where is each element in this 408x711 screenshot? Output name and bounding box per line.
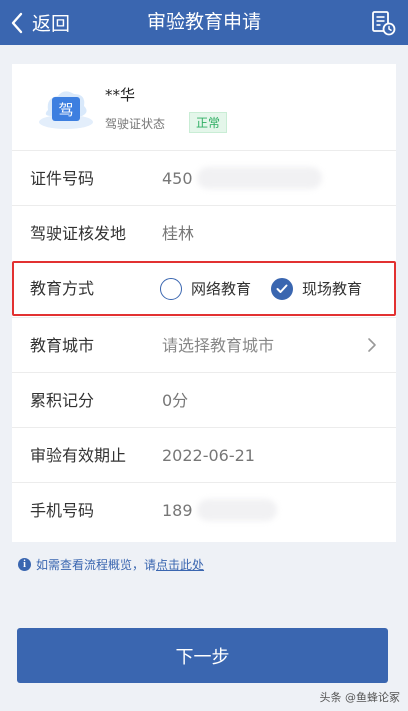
- edu-city-label: 教育城市: [30, 336, 95, 355]
- radio-onsite-education[interactable]: 现场教育: [271, 263, 362, 314]
- radio-unchecked-icon: [160, 277, 182, 300]
- tip-link[interactable]: 点击此处: [156, 556, 204, 573]
- profile-section: 驾 **华 驾驶证状态 正常: [12, 64, 396, 150]
- id-number-label: 证件号码: [30, 169, 95, 188]
- status-badge: 正常: [189, 112, 228, 133]
- info-icon: i: [18, 558, 31, 571]
- document-clock-icon[interactable]: [370, 10, 396, 36]
- row-valid-until: 审验有效期止 2022-06-21: [12, 427, 396, 482]
- points-label: 累积记分: [30, 391, 95, 410]
- chevron-right-icon: [366, 337, 378, 353]
- next-step-button[interactable]: 下一步: [17, 628, 388, 683]
- redaction-blur: [197, 499, 277, 521]
- phone-label: 手机号码: [30, 501, 95, 520]
- license-avatar-icon: 驾: [34, 84, 94, 132]
- avatar-char: 驾: [58, 101, 73, 119]
- valid-until-value: 2022-06-21: [162, 446, 255, 465]
- radio-online-education[interactable]: 网络教育: [160, 263, 251, 314]
- back-label: 返回: [32, 13, 71, 35]
- row-points: 累积记分 0分: [12, 372, 396, 427]
- points-value: 0分: [162, 391, 189, 410]
- back-button[interactable]: 返回: [6, 0, 70, 45]
- watermark: 头条 @鱼蜂论冢: [319, 691, 401, 704]
- phone-value: 189: [162, 501, 193, 520]
- redaction-blur: [197, 167, 322, 189]
- radio-online-label: 网络教育: [191, 280, 252, 298]
- issue-place-value: 桂林: [162, 224, 195, 243]
- valid-until-label: 审验有效期止: [30, 446, 127, 465]
- process-tip: i 如需查看流程概览，请 点击此处: [18, 556, 204, 573]
- tip-text: 如需查看流程概览，请: [36, 558, 157, 572]
- row-edu-method: 教育方式 网络教育 现场教育: [12, 261, 396, 316]
- chevron-left-icon: [6, 12, 28, 34]
- row-edu-city[interactable]: 教育城市 请选择教育城市: [12, 317, 396, 372]
- license-status-label: 驾驶证状态: [105, 117, 166, 131]
- info-card: 驾 **华 驾驶证状态 正常 证件号码 450 驾驶证核发地 桂林 教育方式 网…: [12, 64, 396, 542]
- radio-onsite-label: 现场教育: [302, 280, 363, 298]
- row-issue-place: 驾驶证核发地 桂林: [12, 205, 396, 260]
- edu-method-label: 教育方式: [30, 279, 95, 298]
- header-bar: 返回 审验教育申请: [0, 0, 408, 45]
- issue-place-label: 驾驶证核发地: [30, 224, 127, 243]
- id-number-value: 450: [162, 169, 193, 188]
- radio-checked-icon: [271, 277, 293, 300]
- row-phone: 手机号码 189: [12, 482, 396, 537]
- holder-name: **华: [105, 86, 136, 104]
- row-id-number: 证件号码 450: [12, 150, 396, 205]
- edu-city-placeholder: 请选择教育城市: [162, 336, 275, 355]
